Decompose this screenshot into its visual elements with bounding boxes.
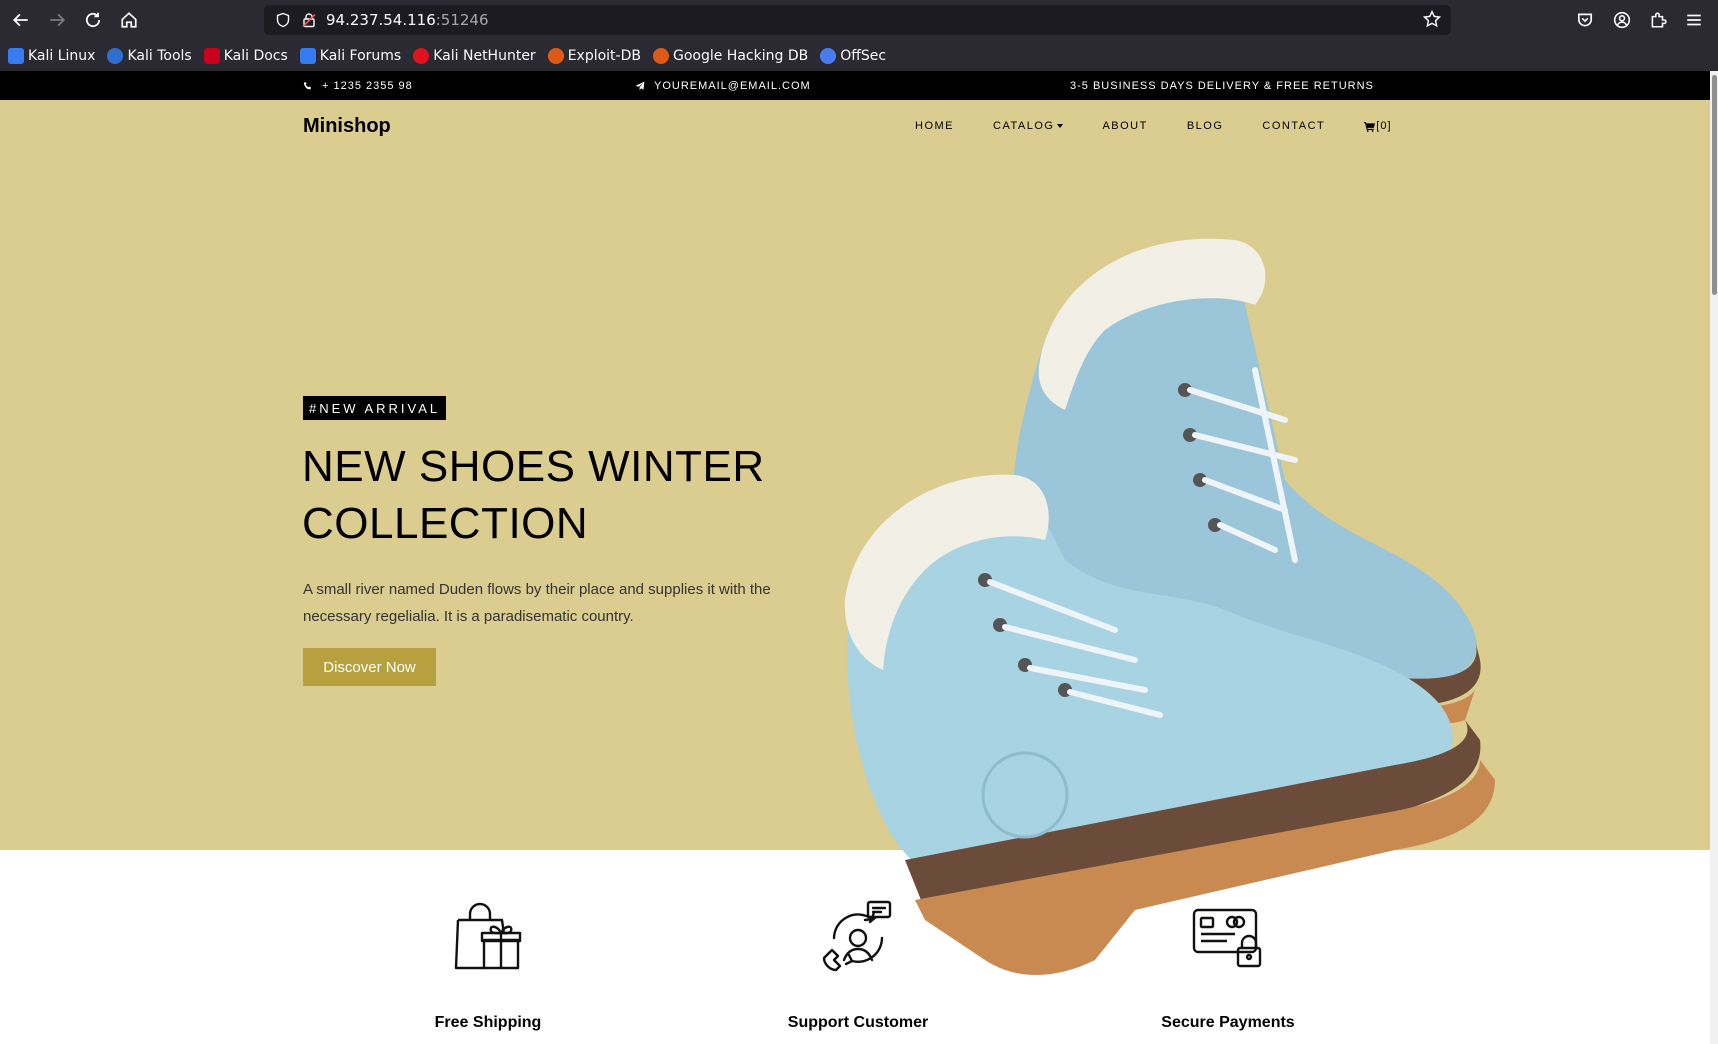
email-info[interactable]: YOUREMAIL@EMAIL.COM	[635, 80, 811, 92]
kali-tools-icon	[107, 47, 124, 64]
cart-icon	[1364, 121, 1376, 132]
hamburger-menu-icon	[1687, 14, 1701, 26]
kali-dragon-icon	[8, 47, 24, 64]
reload-icon	[85, 12, 101, 28]
phone-icon	[303, 81, 312, 90]
cart-link[interactable]: [0]	[1364, 120, 1391, 132]
phone-info[interactable]: + 1235 2355 98	[303, 80, 413, 92]
nav-contact[interactable]: CONTACT	[1262, 120, 1325, 132]
page-viewport: + 1235 2355 98 YOUREMAIL@EMAIL.COM 3-5 B…	[0, 71, 1718, 1044]
nav-about[interactable]: ABOUT	[1102, 120, 1147, 132]
forward-button[interactable]	[43, 6, 71, 34]
insecure-lock-icon[interactable]	[300, 11, 318, 29]
discover-now-button[interactable]: Discover Now	[303, 648, 436, 686]
arrow-right-icon	[50, 13, 66, 27]
exploit-db-icon	[547, 47, 564, 64]
delivery-info: 3-5 BUSINESS DAYS DELIVERY & FREE RETURN…	[1070, 80, 1374, 92]
home-icon	[121, 12, 137, 28]
feature-title: Secure Payments	[1161, 1014, 1295, 1031]
customer-support-icon	[822, 900, 892, 972]
account-icon	[1613, 11, 1631, 29]
secure-payment-card-icon	[1192, 908, 1262, 968]
bookmark-kali-forums[interactable]: Kali Forums	[299, 47, 401, 64]
bookmark-kali-linux[interactable]: Kali Linux	[8, 47, 95, 64]
arrow-left-icon	[12, 13, 28, 27]
hero-section: Minishop HOME CATALOG ABOUT BLOG CONTACT…	[0, 100, 1710, 975]
scrollbar-thumb[interactable]	[1712, 75, 1717, 295]
hero-title: NEW SHOES WINTER COLLECTION	[302, 442, 765, 548]
bookmark-kali-nethunter[interactable]: Kali NetHunter	[413, 47, 536, 64]
shield-icon[interactable]	[274, 11, 292, 29]
bookmark-star-icon[interactable]	[1422, 9, 1443, 30]
feature-secure-payments: Secure Payments	[1078, 850, 1378, 1032]
bookmark-offsec[interactable]: OffSec	[820, 47, 886, 64]
nav-home[interactable]: HOME	[915, 120, 954, 132]
account-button[interactable]	[1610, 8, 1634, 32]
kali-forums-icon	[299, 47, 316, 64]
reload-button[interactable]	[79, 6, 107, 34]
info-bar: + 1235 2355 98 YOUREMAIL@EMAIL.COM 3-5 B…	[0, 71, 1710, 100]
nav-catalog[interactable]: CATALOG	[993, 120, 1064, 132]
bookmark-google-hacking-db[interactable]: Google Hacking DB	[652, 47, 808, 64]
features-section: Free Shipping Support Customer Secure Pa…	[0, 850, 1710, 1044]
browser-toolbar: 94.237.54.116:51246	[0, 0, 1718, 40]
caret-down-icon	[1057, 124, 1064, 128]
home-button[interactable]	[115, 6, 143, 34]
page-scrollbar[interactable]	[1710, 71, 1718, 1044]
url-host[interactable]: 94.237.54.116	[326, 11, 436, 29]
kali-nethunter-icon	[413, 47, 430, 64]
shopping-bag-gift-icon	[454, 902, 522, 970]
bookmark-exploit-db[interactable]: Exploit-DB	[547, 47, 641, 64]
extensions-button[interactable]	[1646, 8, 1670, 32]
pocket-icon	[1577, 13, 1593, 27]
bookmarks-bar: Kali Linux Kali Tools Kali Docs Kali For…	[0, 40, 1718, 71]
feature-support-customer: Support Customer	[708, 850, 1008, 1032]
site-logo[interactable]: Minishop	[303, 115, 391, 138]
feature-title: Support Customer	[787, 1014, 929, 1031]
kali-docs-icon	[203, 47, 220, 64]
feature-title: Free Shipping	[434, 1014, 542, 1031]
url-port[interactable]: :51246	[436, 11, 489, 29]
hero-description: A small river named Duden flows by their…	[303, 581, 771, 625]
menu-button[interactable]	[1682, 8, 1706, 32]
paper-plane-icon	[635, 81, 645, 91]
bookmark-kali-tools[interactable]: Kali Tools	[107, 47, 192, 64]
back-button[interactable]	[7, 6, 35, 34]
url-bar[interactable]: 94.237.54.116:51246	[264, 5, 1451, 35]
puzzle-piece-icon	[1651, 12, 1667, 28]
offsec-icon	[820, 47, 837, 64]
google-hacking-db-icon	[652, 47, 669, 64]
nav-blog[interactable]: BLOG	[1187, 120, 1224, 132]
pocket-button[interactable]	[1573, 8, 1597, 32]
new-arrival-tag: #NEW ARRIVAL	[303, 396, 447, 420]
main-nav: HOME CATALOG ABOUT BLOG CONTACT [0]	[915, 120, 1392, 132]
bookmark-kali-docs[interactable]: Kali Docs	[203, 47, 288, 64]
feature-free-shipping: Free Shipping	[338, 850, 638, 1032]
